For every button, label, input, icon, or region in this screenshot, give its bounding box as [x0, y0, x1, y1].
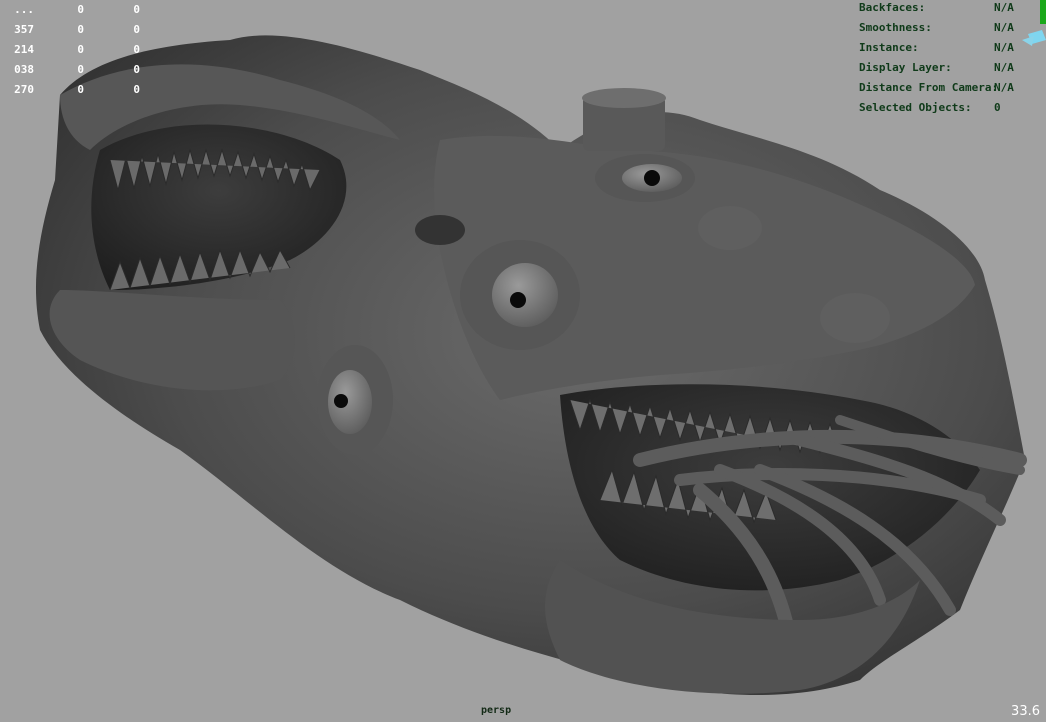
- eye-1: [492, 263, 558, 327]
- object-details-hud: Backfaces: N/A Smoothness: N/A Instance: N/…: [859, 0, 1034, 117]
- poly-count-hud: ... 0 0 357 0 0 214 0 0 038 0 0 270 0 0: [0, 0, 140, 100]
- detail-row-smoothness: Smoothness: N/A: [859, 20, 1014, 34]
- poly-row: 214 0 0: [14, 43, 140, 56]
- poly-row: 357 0 0: [14, 23, 140, 36]
- camera-name-label: persp: [481, 705, 512, 716]
- fps-readout: 33.6: [1011, 704, 1040, 719]
- detail-row-selected: Selected Objects: 0: [859, 100, 1001, 114]
- poly-row: 038 0 0: [14, 63, 140, 76]
- poly-row: 270 0 0: [14, 83, 140, 96]
- detail-row-backfaces: Backfaces: N/A: [859, 0, 1014, 14]
- detail-row-display-layer: Display Layer: N/A: [859, 60, 1014, 74]
- detail-row-instance: Instance: N/A: [859, 40, 1014, 54]
- maya-viewport[interactable]: ... 0 0 357 0 0 214 0 0 038 0 0 270 0 0 Backfaces:…: [0, 0, 1046, 722]
- detail-row-distance: Distance From Camera: N/A: [859, 80, 1014, 94]
- axis-gizmo-icon[interactable]: [1020, 0, 1046, 70]
- poly-row: ... 0 0: [14, 3, 140, 16]
